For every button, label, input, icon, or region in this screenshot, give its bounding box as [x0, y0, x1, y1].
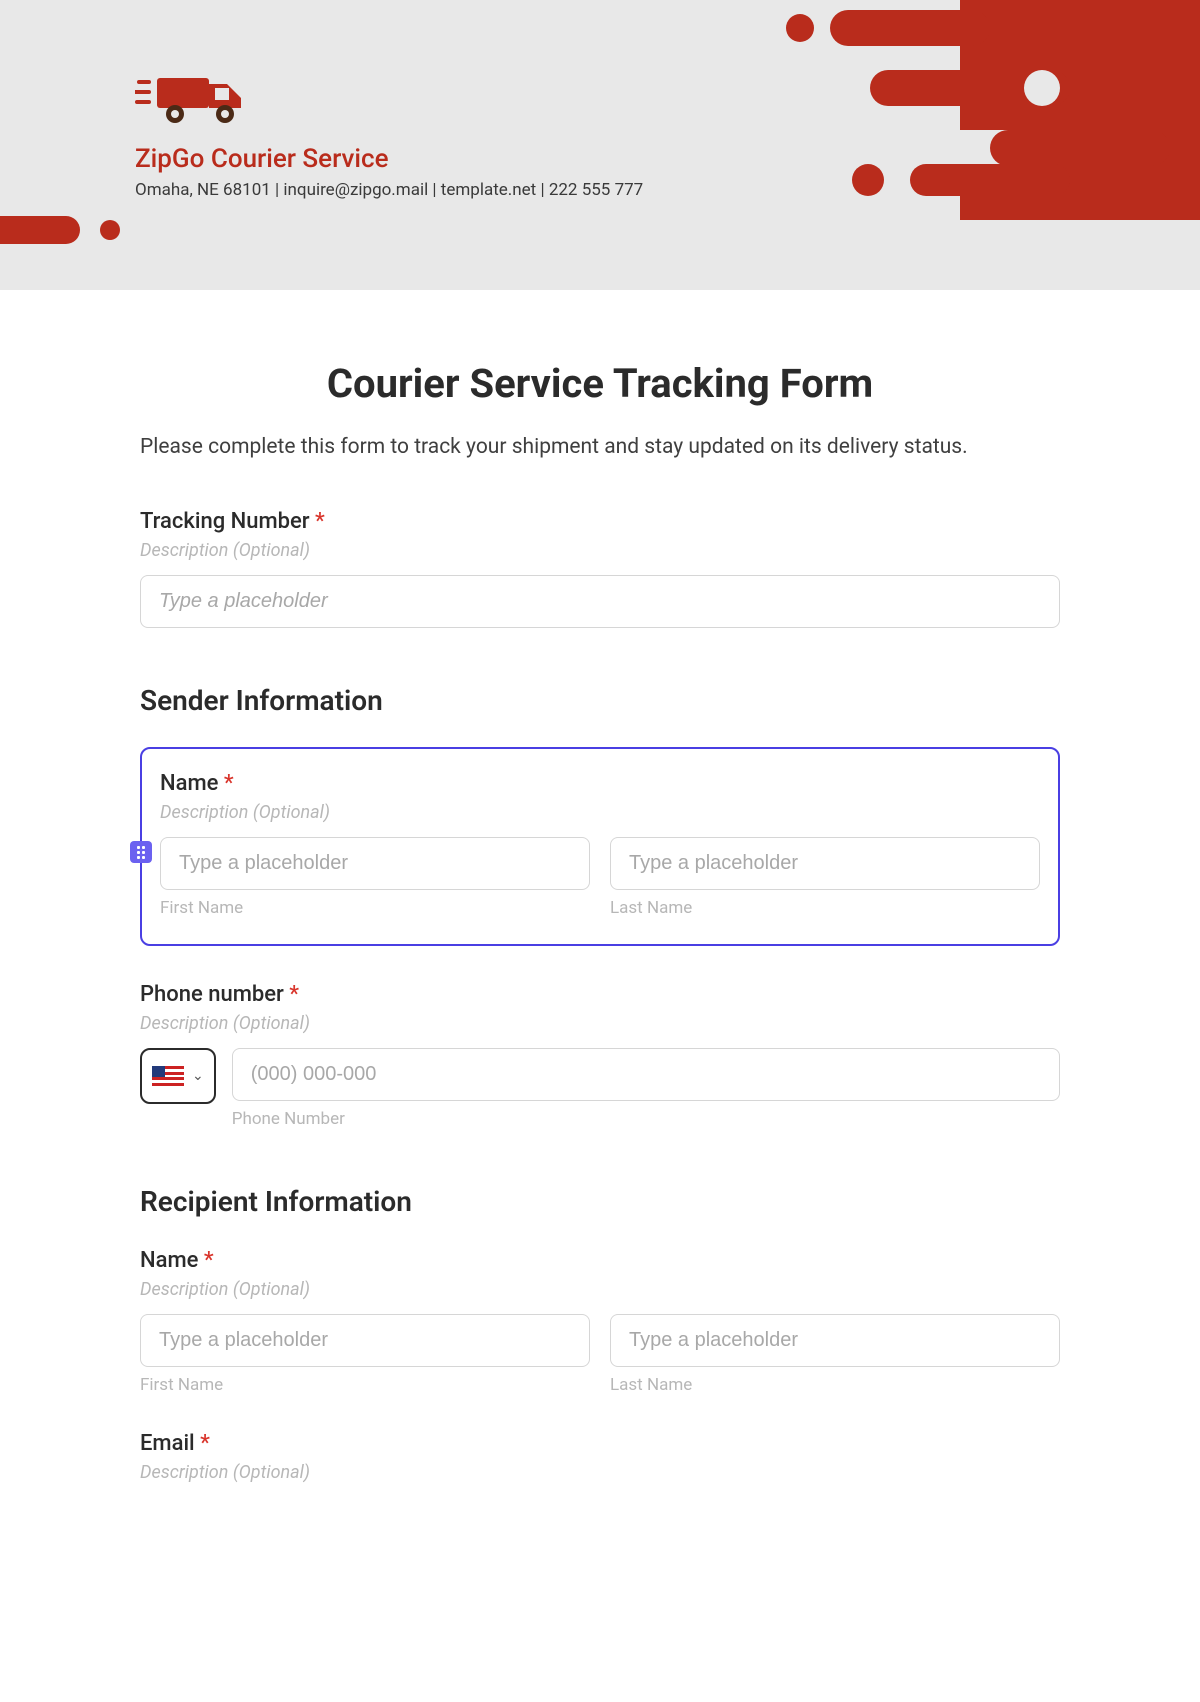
sender-phone-input[interactable] [232, 1048, 1060, 1101]
sender-name-label-text: Name [160, 771, 218, 796]
tracking-number-input[interactable] [140, 575, 1060, 628]
sender-name-block-selected[interactable]: Name * Description (Optional) First Name… [140, 747, 1060, 946]
form-title: Courier Service Tracking Form [140, 360, 1060, 407]
tracking-number-description[interactable]: Description (Optional) [140, 540, 1060, 561]
header-decoration-right [710, 0, 1200, 224]
sender-section-heading: Sender Information [140, 684, 1060, 717]
recipient-name-label-text: Name [140, 1248, 198, 1273]
sender-phone-description[interactable]: Description (Optional) [140, 1013, 1060, 1034]
sender-last-name-input[interactable] [610, 837, 1040, 890]
form-intro: Please complete this form to track your … [140, 435, 1060, 459]
sender-name-description[interactable]: Description (Optional) [160, 802, 1040, 823]
brand-block: ZipGo Courier Service Omaha, NE 68101 | … [135, 60, 643, 200]
recipient-name-block: Name * Description (Optional) First Name… [140, 1248, 1060, 1395]
sender-name-label: Name * [160, 771, 1040, 796]
recipient-email-description[interactable]: Description (Optional) [140, 1462, 1060, 1483]
brand-subline: Omaha, NE 68101 | inquire@zipgo.mail | t… [135, 180, 643, 200]
recipient-first-name-input[interactable] [140, 1314, 590, 1367]
tracking-number-block: Tracking Number * Description (Optional) [140, 509, 1060, 628]
page-header: ZipGo Courier Service Omaha, NE 68101 | … [0, 0, 1200, 290]
header-decoration-left [0, 196, 160, 260]
truck-icon [135, 60, 643, 134]
sender-phone-label-text: Phone number [140, 982, 284, 1007]
sender-phone-block: Phone number * Description (Optional) ⌄ … [140, 982, 1060, 1129]
recipient-email-label-text: Email [140, 1431, 195, 1456]
sender-first-name-sublabel: First Name [160, 898, 590, 918]
sender-last-name-sublabel: Last Name [610, 898, 1040, 918]
recipient-first-name-sublabel: First Name [140, 1375, 590, 1395]
required-asterisk: * [224, 771, 234, 796]
drag-handle-icon[interactable] [130, 841, 152, 863]
recipient-name-description[interactable]: Description (Optional) [140, 1279, 1060, 1300]
sender-phone-label: Phone number * [140, 982, 1060, 1007]
recipient-name-label: Name * [140, 1248, 1060, 1273]
chevron-down-icon: ⌄ [192, 1068, 204, 1084]
required-asterisk: * [200, 1431, 210, 1456]
recipient-last-name-sublabel: Last Name [610, 1375, 1060, 1395]
brand-name: ZipGo Courier Service [135, 144, 643, 174]
recipient-email-block: Email * Description (Optional) [140, 1431, 1060, 1483]
tracking-number-label: Tracking Number * [140, 509, 1060, 534]
required-asterisk: * [315, 509, 325, 534]
country-code-select[interactable]: ⌄ [140, 1048, 216, 1104]
us-flag-icon [152, 1066, 184, 1086]
form-container: Courier Service Tracking Form Please com… [120, 290, 1080, 1559]
recipient-section-heading: Recipient Information [140, 1185, 1060, 1218]
required-asterisk: * [204, 1248, 214, 1273]
sender-first-name-input[interactable] [160, 837, 590, 890]
required-asterisk: * [289, 982, 299, 1007]
recipient-last-name-input[interactable] [610, 1314, 1060, 1367]
tracking-number-label-text: Tracking Number [140, 509, 310, 534]
recipient-email-label: Email * [140, 1431, 1060, 1456]
sender-phone-sublabel: Phone Number [232, 1109, 1060, 1129]
